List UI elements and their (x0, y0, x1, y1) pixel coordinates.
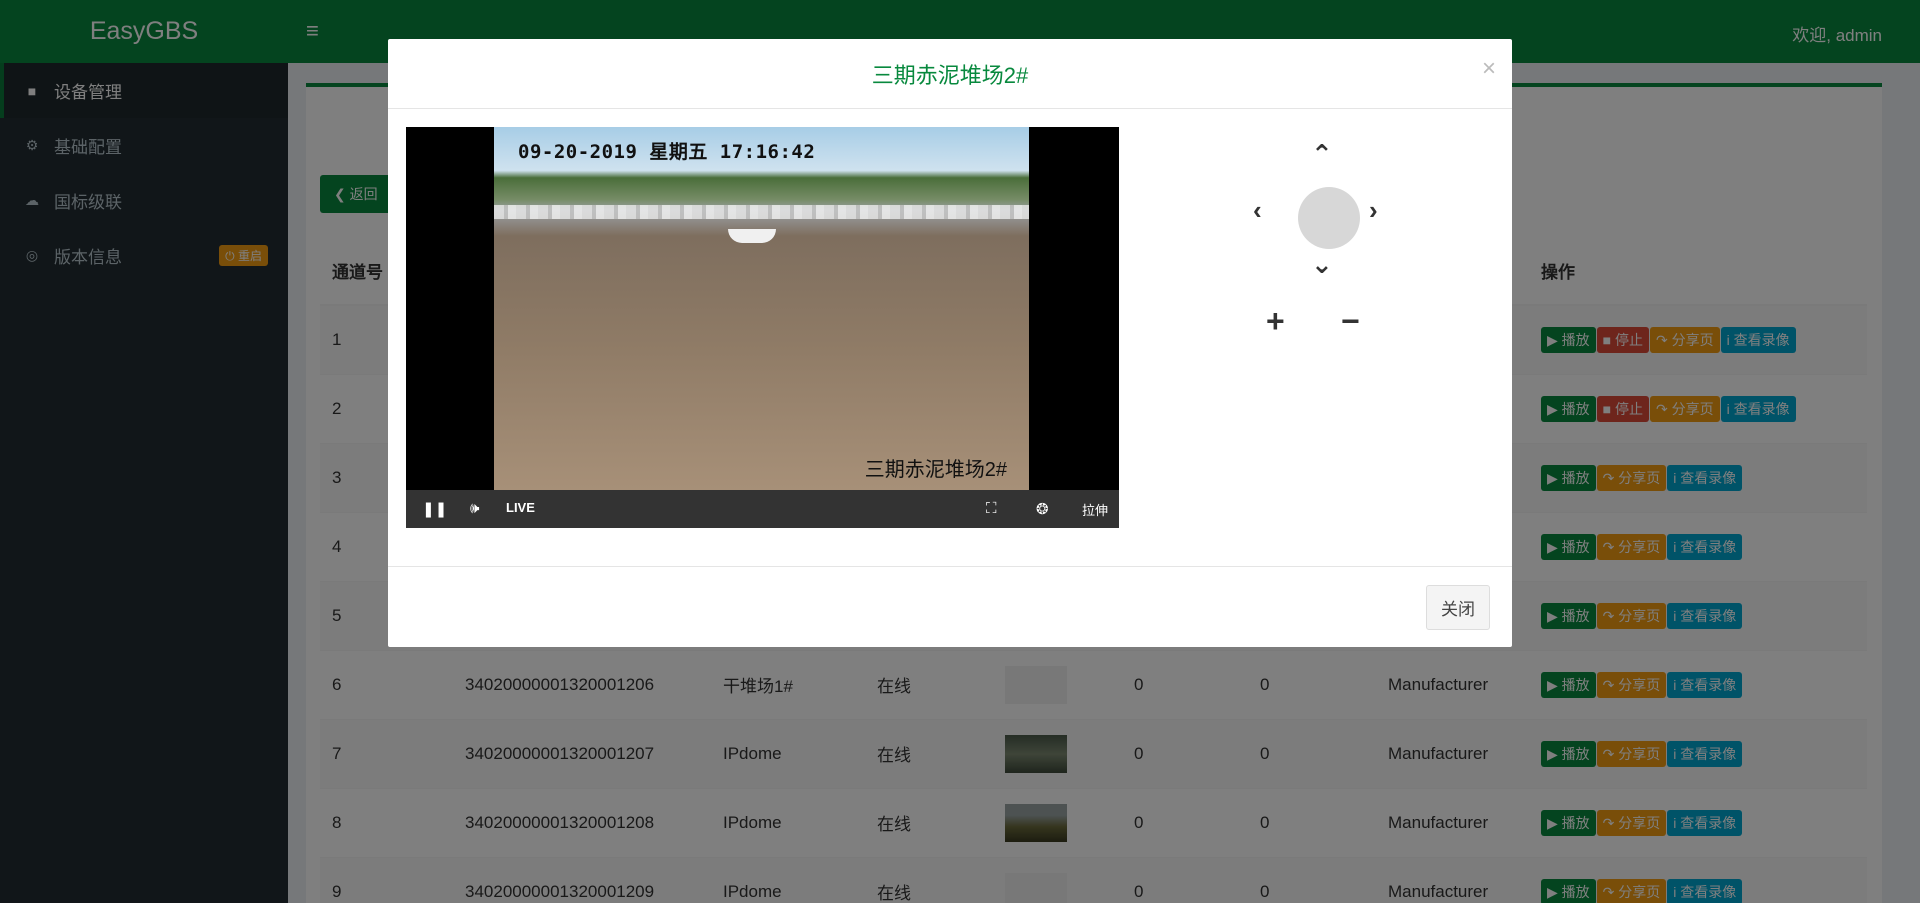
video-player[interactable]: 09-20-2019 星期五 17:16:42 三期赤泥堆场2# ❚❚ 🕪 LI… (406, 127, 1119, 528)
osd-timestamp: 09-20-2019 星期五 17:16:42 (518, 141, 816, 163)
osd-channel-name: 三期赤泥堆场2# (864, 459, 1007, 481)
scene-boat (728, 229, 776, 243)
modal-footer: 关闭 (388, 567, 1512, 647)
close-icon[interactable]: × (1482, 55, 1496, 83)
stretch-button[interactable]: 拉伸 (1082, 500, 1108, 519)
scene-buildings (494, 205, 1029, 219)
pause-icon[interactable]: ❚❚ (422, 500, 447, 518)
modal-title: 三期赤泥堆场2# (871, 62, 1029, 88)
chevron-up-icon[interactable]: ⌃ (1311, 139, 1333, 170)
ptz-center-button[interactable] (1298, 187, 1360, 249)
chevron-down-icon[interactable]: ⌄ (1311, 249, 1333, 280)
video-modal: 三期赤泥堆场2# × 09-20-2019 星期五 17:16:42 三期赤泥堆… (388, 39, 1512, 647)
ptz-control: ⌃ ‹ › ⌄ + − (1241, 139, 1421, 365)
player-controls: ❚❚ 🕪 LIVE ⛶ ❂ 拉伸 (406, 490, 1119, 528)
chevron-right-icon[interactable]: › (1369, 195, 1378, 226)
volume-icon[interactable]: 🕪 (470, 500, 479, 517)
close-button[interactable]: 关闭 (1426, 585, 1490, 630)
fullscreen-icon[interactable]: ⛶ (986, 500, 997, 517)
minus-icon[interactable]: − (1341, 303, 1360, 340)
live-label: LIVE (506, 500, 535, 515)
chevron-left-icon[interactable]: ‹ (1253, 195, 1262, 226)
video-frame: 09-20-2019 星期五 17:16:42 三期赤泥堆场2# (494, 127, 1029, 490)
modal-header: 三期赤泥堆场2# × (388, 39, 1512, 109)
modal-body: 09-20-2019 星期五 17:16:42 三期赤泥堆场2# ❚❚ 🕪 LI… (388, 109, 1512, 567)
snapshot-icon[interactable]: ❂ (1036, 500, 1049, 518)
plus-icon[interactable]: + (1266, 303, 1285, 340)
